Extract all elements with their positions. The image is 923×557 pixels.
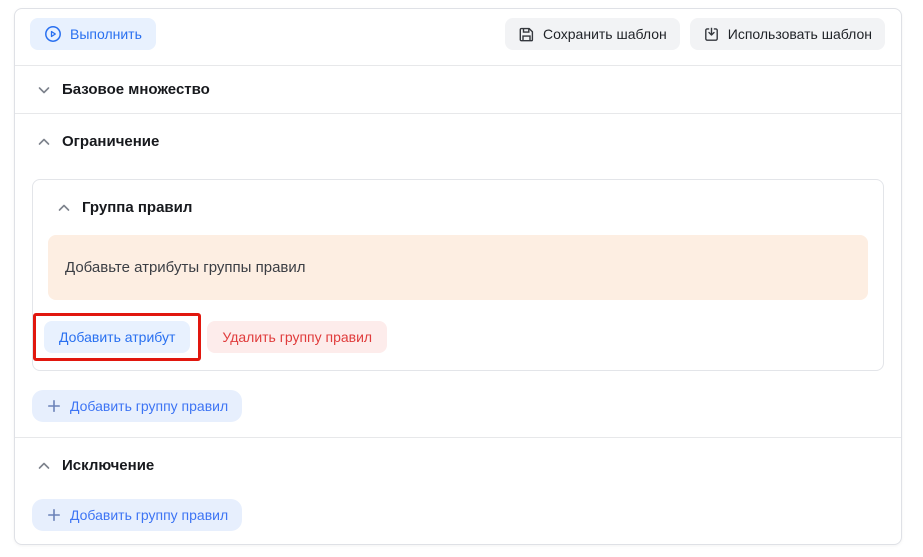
add-attribute-button[interactable]: Добавить атрибут: [44, 321, 190, 353]
rule-group-title: Группа правил: [82, 198, 192, 217]
annotation-highlight: Добавить атрибут: [33, 313, 201, 361]
rule-group-actions: Добавить атрибут Удалить группу правил: [33, 313, 868, 361]
toolbar: Выполнить Сохранить шаблон: [15, 9, 901, 66]
use-template-button[interactable]: Использовать шаблон: [690, 18, 885, 50]
add-rule-group-label: Добавить группу правил: [70, 507, 228, 523]
section-exclusion-header[interactable]: Исключение: [15, 438, 901, 475]
chevron-up-icon: [56, 200, 72, 216]
run-button-label: Выполнить: [70, 26, 142, 42]
play-circle-icon: [44, 25, 62, 43]
delete-rule-group-button[interactable]: Удалить группу правил: [207, 321, 387, 353]
save-template-button[interactable]: Сохранить шаблон: [505, 18, 680, 50]
plus-icon: [46, 398, 62, 414]
save-template-label: Сохранить шаблон: [543, 26, 667, 42]
section-exclusion: Исключение Добавить группу правил: [15, 437, 901, 545]
import-template-icon: [703, 26, 720, 43]
chevron-up-icon: [36, 134, 52, 150]
rule-group-header[interactable]: Группа правил: [33, 180, 883, 217]
use-template-label: Использовать шаблон: [728, 26, 872, 42]
section-restriction-header[interactable]: Ограничение: [15, 114, 901, 151]
run-button[interactable]: Выполнить: [30, 18, 156, 50]
query-builder-panel: Выполнить Сохранить шаблон: [14, 8, 902, 545]
section-base-set: Базовое множество: [15, 66, 901, 113]
add-rule-group-label: Добавить группу правил: [70, 398, 228, 414]
chevron-up-icon: [36, 458, 52, 474]
save-icon: [518, 26, 535, 43]
add-rule-group-button[interactable]: Добавить группу правил: [32, 390, 242, 422]
section-exclusion-title: Исключение: [62, 456, 154, 475]
plus-icon: [46, 507, 62, 523]
section-base-set-header[interactable]: Базовое множество: [15, 66, 901, 113]
chevron-down-icon: [36, 82, 52, 98]
toolbar-right-group: Сохранить шаблон Использовать шаблон: [505, 18, 885, 50]
section-restriction-title: Ограничение: [62, 132, 159, 151]
section-restriction: Ограничение Группа правил Добавьте атриб…: [15, 113, 901, 437]
add-rule-group-button[interactable]: Добавить группу правил: [32, 499, 242, 531]
add-attribute-label: Добавить атрибут: [59, 329, 175, 345]
rule-group-card: Группа правил Добавьте атрибуты группы п…: [32, 179, 884, 371]
section-base-set-title: Базовое множество: [62, 80, 210, 99]
empty-attributes-notice-text: Добавьте атрибуты группы правил: [65, 259, 306, 276]
delete-rule-group-label: Удалить группу правил: [222, 329, 372, 345]
empty-attributes-notice: Добавьте атрибуты группы правил: [48, 235, 868, 300]
